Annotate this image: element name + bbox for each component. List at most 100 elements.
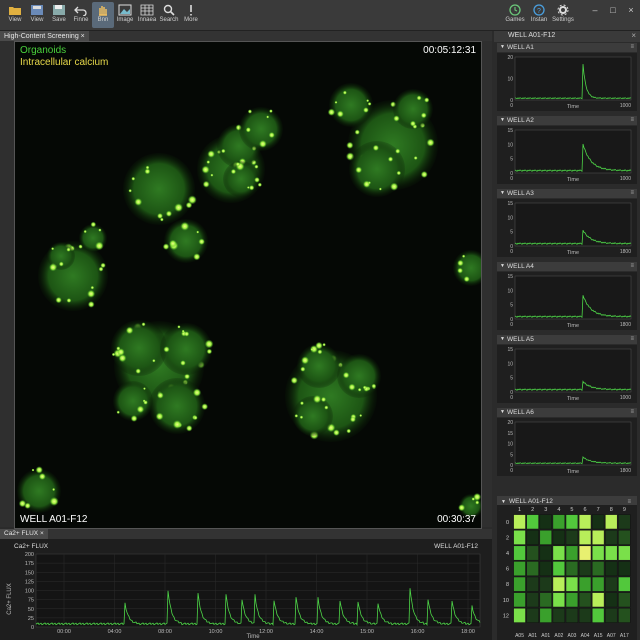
plate-well[interactable] <box>618 545 631 561</box>
grip-icon[interactable]: ≡ <box>630 43 634 52</box>
plate-well[interactable] <box>565 561 579 577</box>
close-icon[interactable]: × <box>81 33 85 40</box>
plate-well[interactable] <box>552 529 566 545</box>
well-plot[interactable]: 15 10 5 0 0 1000 Time <box>497 345 637 403</box>
plate-well[interactable] <box>539 576 552 592</box>
plate-well[interactable] <box>513 592 526 608</box>
collapse-icon[interactable]: ▼ <box>501 499 506 505</box>
window-close-icon[interactable]: × <box>624 5 638 15</box>
well-header[interactable]: ▼ WELL A3 ≡ <box>497 189 637 198</box>
plate-well[interactable] <box>578 561 592 577</box>
grip-icon[interactable]: ≡ <box>627 499 631 505</box>
plate-well[interactable] <box>539 545 552 561</box>
plate-well[interactable] <box>605 607 618 623</box>
well-header[interactable]: ▼ WELL A1 ≡ <box>497 43 637 52</box>
plate-well[interactable] <box>526 514 539 530</box>
plate-well[interactable] <box>539 514 552 530</box>
plate-well[interactable] <box>513 545 526 561</box>
plate-well[interactable] <box>605 545 618 561</box>
plate-well[interactable] <box>591 545 605 561</box>
plate-well[interactable] <box>552 592 566 608</box>
maximize-icon[interactable]: □ <box>606 5 620 15</box>
plate-well[interactable] <box>605 592 618 608</box>
toolbar-button-2[interactable]: Save <box>48 2 70 28</box>
well-plot[interactable]: 20 10 0 0 1000 Time <box>497 53 637 111</box>
collapse-icon[interactable]: ▼ <box>500 116 505 125</box>
plate-well[interactable] <box>578 592 592 608</box>
collapse-icon[interactable]: ▼ <box>500 335 505 344</box>
collapse-icon[interactable]: ▼ <box>500 43 505 52</box>
plate-well[interactable] <box>539 561 552 577</box>
plate-well[interactable] <box>526 607 539 623</box>
plate-well[interactable] <box>618 514 631 530</box>
plate-well[interactable] <box>578 545 592 561</box>
toolbar-button-1[interactable]: View <box>26 2 48 28</box>
well-header[interactable]: ▼ WELL A6 ≡ <box>497 408 637 417</box>
plate-well[interactable] <box>565 607 579 623</box>
plate-well[interactable] <box>552 545 566 561</box>
well-plot[interactable]: 15 10 5 0 0 1800 Time <box>497 272 637 330</box>
toolbar-button-0[interactable]: View <box>4 2 26 28</box>
collapse-icon[interactable]: ▼ <box>500 408 505 417</box>
grip-icon[interactable]: ≡ <box>630 116 634 125</box>
plate-well[interactable] <box>618 529 631 545</box>
flux-chart[interactable]: Ca2+ FLUX WELL A01-F12 Ca2+ FLUX Time 20… <box>0 539 492 640</box>
collapse-icon[interactable]: ▼ <box>500 189 505 198</box>
plate-well[interactable] <box>618 576 631 592</box>
toolbar-right-button-1[interactable]: ? Instan <box>526 2 552 28</box>
toolbar-button-6[interactable]: Innaea <box>136 2 158 28</box>
microscopy-viewer[interactable]: Organoids Intracellular calcium 00:05:12… <box>14 41 482 529</box>
toolbar-button-7[interactable]: Search <box>158 2 180 28</box>
plate-well[interactable] <box>552 607 566 623</box>
plate-well[interactable] <box>552 576 566 592</box>
well-plot[interactable]: 15 10 5 0 0 1000 Time <box>497 126 637 184</box>
plate-well[interactable] <box>578 576 592 592</box>
toolbar-button-4[interactable]: Bnn <box>92 2 114 28</box>
well-plot[interactable]: 20 15 10 5 0 0 1800 Time <box>497 418 637 476</box>
plate-well[interactable] <box>591 561 605 577</box>
plate-well[interactable] <box>578 529 592 545</box>
toolbar-right-button-0[interactable]: Games <box>502 2 528 28</box>
plate-well[interactable] <box>539 607 552 623</box>
plate-well[interactable] <box>605 529 618 545</box>
plate-well[interactable] <box>591 514 605 530</box>
plate-well[interactable] <box>526 545 539 561</box>
plate-well[interactable] <box>513 576 526 592</box>
grip-icon[interactable]: ≡ <box>630 262 634 271</box>
plate-well[interactable] <box>526 592 539 608</box>
plate-well[interactable] <box>578 514 592 530</box>
plate-well[interactable] <box>552 514 566 530</box>
plate-well[interactable] <box>526 576 539 592</box>
plate-well[interactable] <box>618 592 631 608</box>
plate-well[interactable] <box>513 529 526 545</box>
plate-well[interactable] <box>578 607 592 623</box>
well-header[interactable]: ▼ WELL A2 ≡ <box>497 116 637 125</box>
grip-icon[interactable]: ≡ <box>630 189 634 198</box>
well-header[interactable]: ▼ WELL A4 ≡ <box>497 262 637 271</box>
plate-well[interactable] <box>565 576 579 592</box>
plate-well[interactable] <box>591 529 605 545</box>
plate-well[interactable] <box>591 607 605 623</box>
plate-well[interactable] <box>526 561 539 577</box>
plate-well[interactable] <box>605 576 618 592</box>
plate-well[interactable] <box>605 514 618 530</box>
well-plot[interactable]: 15 10 5 0 0 1800 Time <box>497 199 637 257</box>
plate-well[interactable] <box>591 592 605 608</box>
close-icon[interactable]: × <box>40 530 44 537</box>
plate-well[interactable] <box>565 592 579 608</box>
plate-well[interactable] <box>618 561 631 577</box>
plate-well[interactable] <box>618 607 631 623</box>
plate-well[interactable] <box>605 561 618 577</box>
plate-well[interactable] <box>539 592 552 608</box>
toolbar-right-button-2[interactable]: Settings <box>550 2 576 28</box>
plate-well[interactable] <box>513 561 526 577</box>
well-header[interactable]: ▼ WELL A5 ≡ <box>497 335 637 344</box>
tab-ca-flux[interactable]: Ca2+ FLUX × <box>0 529 48 539</box>
minimize-icon[interactable]: – <box>588 5 602 15</box>
collapse-icon[interactable]: ▼ <box>500 262 505 271</box>
plate-heatmap[interactable]: ▼ WELL A01-F12 ≡ 1 2 3 4 5 6 7 8 9024681012A05 A0… <box>497 496 637 640</box>
close-icon[interactable]: × <box>631 31 636 40</box>
plate-well[interactable] <box>513 514 526 530</box>
plate-well[interactable] <box>526 529 539 545</box>
toolbar-button-8[interactable]: More <box>180 2 202 28</box>
